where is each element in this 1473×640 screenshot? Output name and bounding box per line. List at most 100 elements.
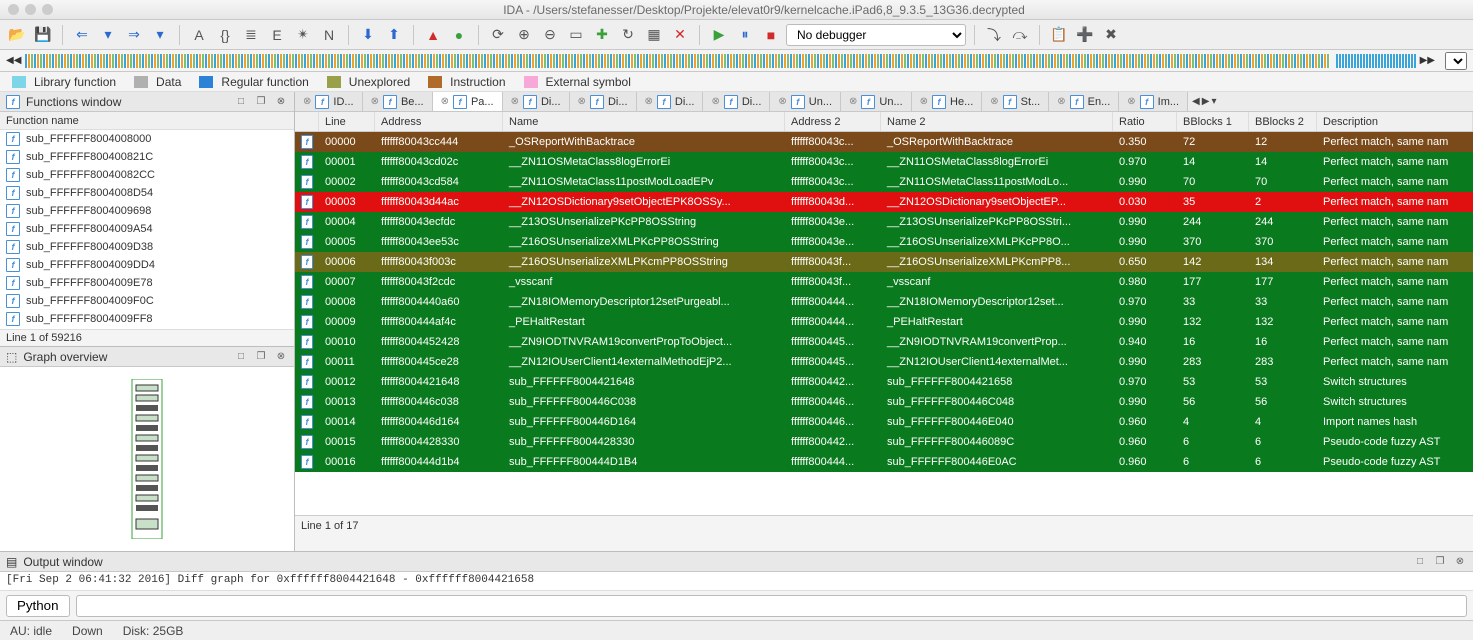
jump-down-icon[interactable]: ⬇: [357, 24, 379, 46]
diff-row[interactable]: f00015ffffff8004428330sub_FFFFFF80044283…: [295, 432, 1473, 452]
diff-grid-body[interactable]: f00000ffffff80043cc444_OSReportWithBackt…: [295, 132, 1473, 515]
panel-close-icon[interactable]: ⊗: [274, 350, 288, 364]
output-log[interactable]: [Fri Sep 2 06:41:32 2016] Diff graph for…: [0, 572, 1473, 590]
tab-close-icon[interactable]: ⊗: [511, 96, 519, 107]
step-into-icon[interactable]: ⤵: [983, 24, 1005, 46]
panel-close-icon[interactable]: ⊗: [1453, 555, 1467, 569]
repl-input[interactable]: [76, 595, 1468, 617]
editor-tab[interactable]: ⊗fUn...: [841, 92, 912, 111]
tab-scroll-right-icon[interactable]: ▶: [1202, 96, 1210, 107]
function-list-item[interactable]: fsub_FFFFFF800400821C: [0, 148, 294, 166]
diff-row[interactable]: f00007ffffff80043f2cdc_vsscanfffffff8004…: [295, 272, 1473, 292]
functions-column-header[interactable]: Function name: [0, 112, 294, 130]
col-address[interactable]: Address: [375, 112, 503, 131]
function-list-item[interactable]: fsub_FFFFFF8004009A54: [0, 220, 294, 238]
function-list-item[interactable]: fsub_FFFFFF80040082CC: [0, 166, 294, 184]
panel-restore-icon[interactable]: ❐: [254, 95, 268, 109]
diff-row[interactable]: f00006ffffff80043f003c__Z16OSUnserialize…: [295, 252, 1473, 272]
navigation-band[interactable]: ◀◀ ▶▶: [0, 50, 1473, 72]
editor-tab[interactable]: ⊗fDi...: [703, 92, 770, 111]
function-list-item[interactable]: fsub_FFFFFF8004009D38: [0, 238, 294, 256]
nav-fwd-more-icon[interactable]: ▾: [149, 24, 171, 46]
run-icon[interactable]: ▶: [708, 24, 730, 46]
col-bblocks2[interactable]: BBlocks 2: [1249, 112, 1317, 131]
diff-row[interactable]: f00002ffffff80043cd584__ZN11OSMetaClass1…: [295, 172, 1473, 192]
editor-tab[interactable]: ⊗fDi...: [503, 92, 570, 111]
tab-close-icon[interactable]: ⊗: [1127, 96, 1135, 107]
del-bp-icon[interactable]: ✖: [1100, 24, 1122, 46]
names-icon[interactable]: N: [318, 24, 340, 46]
panel-minimize-icon[interactable]: □: [234, 95, 248, 109]
col-address2[interactable]: Address 2: [785, 112, 881, 131]
tab-close-icon[interactable]: ⊗: [1057, 96, 1065, 107]
save-icon[interactable]: 💾: [32, 24, 54, 46]
editor-tab[interactable]: ⊗fID...: [295, 92, 363, 111]
functions-list[interactable]: fsub_FFFFFF8004008000fsub_FFFFFF80040082…: [0, 130, 294, 329]
editor-tab[interactable]: ⊗fHe...: [912, 92, 983, 111]
editor-tab[interactable]: ⊗fPa...: [433, 92, 503, 111]
col-line[interactable]: Line: [319, 112, 375, 131]
function-list-item[interactable]: fsub_FFFFFF8004009E78: [0, 274, 294, 292]
function-list-item[interactable]: fsub_FFFFFF8004009698: [0, 202, 294, 220]
editor-tab[interactable]: ⊗fDi...: [637, 92, 704, 111]
nav-fwd-icon[interactable]: ⇒: [123, 24, 145, 46]
tab-close-icon[interactable]: ⊗: [645, 96, 653, 107]
function-list-item[interactable]: fsub_FFFFFF8004008D54: [0, 184, 294, 202]
pause-icon[interactable]: ⏸: [734, 24, 756, 46]
jump-up-icon[interactable]: ⬆: [383, 24, 405, 46]
delete-icon[interactable]: ✕: [669, 24, 691, 46]
refresh-icon[interactable]: ⟳: [487, 24, 509, 46]
col-name[interactable]: Name: [503, 112, 785, 131]
tab-close-icon[interactable]: ⊗: [920, 96, 928, 107]
editor-tab[interactable]: ⊗fUn...: [770, 92, 841, 111]
panel-restore-icon[interactable]: ❐: [1433, 555, 1447, 569]
tab-close-icon[interactable]: ⊗: [371, 96, 379, 107]
struct-icon[interactable]: {}: [214, 24, 236, 46]
navigation-overview[interactable]: [25, 54, 1329, 68]
tab-menu-icon[interactable]: ▾: [1211, 96, 1216, 107]
diff-row[interactable]: f00009ffffff800444af4c_PEHaltRestartffff…: [295, 312, 1473, 332]
breakpoint-icon[interactable]: ●: [448, 24, 470, 46]
navigation-zoom-select[interactable]: [1445, 52, 1467, 70]
col-description[interactable]: Description: [1317, 112, 1473, 131]
zoom-window-icon[interactable]: [42, 4, 53, 15]
zoom-in-icon[interactable]: ⊕: [513, 24, 535, 46]
diff-row[interactable]: f00013ffffff800446c038sub_FFFFFF800446C0…: [295, 392, 1473, 412]
diff-row[interactable]: f00000ffffff80043cc444_OSReportWithBackt…: [295, 132, 1473, 152]
add-bp-icon[interactable]: ➕: [1074, 24, 1096, 46]
diff-row[interactable]: f00010ffffff8004452428__ZN9IODTNVRAM19co…: [295, 332, 1473, 352]
tab-close-icon[interactable]: ⊗: [778, 96, 786, 107]
diff-row[interactable]: f00014ffffff800446d164sub_FFFFFF800446D1…: [295, 412, 1473, 432]
zoom-out-icon[interactable]: ⊖: [539, 24, 561, 46]
tab-close-icon[interactable]: ⊗: [849, 96, 857, 107]
diff-row[interactable]: f00004ffffff80043ecfdc__Z13OSUnserialize…: [295, 212, 1473, 232]
col-name2[interactable]: Name 2: [881, 112, 1113, 131]
graph-overview-canvas[interactable]: [0, 367, 294, 551]
tab-close-icon[interactable]: ⊗: [441, 96, 449, 107]
add-node-icon[interactable]: ✚: [591, 24, 613, 46]
hex-icon[interactable]: ≣: [240, 24, 262, 46]
nav-next-icon[interactable]: ▶▶: [1420, 55, 1435, 66]
bp-list-icon[interactable]: 📋: [1048, 24, 1070, 46]
stop-debug-icon[interactable]: ■: [760, 24, 782, 46]
function-list-item[interactable]: fsub_FFFFFF8004009F0C: [0, 292, 294, 310]
step-over-icon[interactable]: ⤼: [1009, 24, 1031, 46]
editor-tab[interactable]: ⊗fEn...: [1049, 92, 1119, 111]
xref-icon[interactable]: ✴: [292, 24, 314, 46]
diff-row[interactable]: f00001ffffff80043cd02c__ZN11OSMetaClass8…: [295, 152, 1473, 172]
editor-tab[interactable]: ⊗fSt...: [982, 92, 1049, 111]
panel-restore-icon[interactable]: ❐: [254, 350, 268, 364]
debugger-select[interactable]: No debugger: [786, 24, 966, 46]
text-view-icon[interactable]: A: [188, 24, 210, 46]
editor-tab[interactable]: ⊗fIm...: [1119, 92, 1188, 111]
editor-tab[interactable]: ⊗fDi...: [570, 92, 637, 111]
col-bblocks1[interactable]: BBlocks 1: [1177, 112, 1249, 131]
tab-close-icon[interactable]: ⊗: [990, 96, 998, 107]
panel-close-icon[interactable]: ⊗: [274, 95, 288, 109]
function-list-item[interactable]: fsub_FFFFFF8004009DD4: [0, 256, 294, 274]
tab-scroll-left-icon[interactable]: ◀: [1192, 96, 1200, 107]
panel-minimize-icon[interactable]: □: [234, 350, 248, 364]
navigation-overview-tail[interactable]: [1336, 54, 1416, 68]
repl-language-button[interactable]: Python: [6, 595, 70, 617]
diff-row[interactable]: f00003ffffff80043d44ac__ZN12OSDictionary…: [295, 192, 1473, 212]
